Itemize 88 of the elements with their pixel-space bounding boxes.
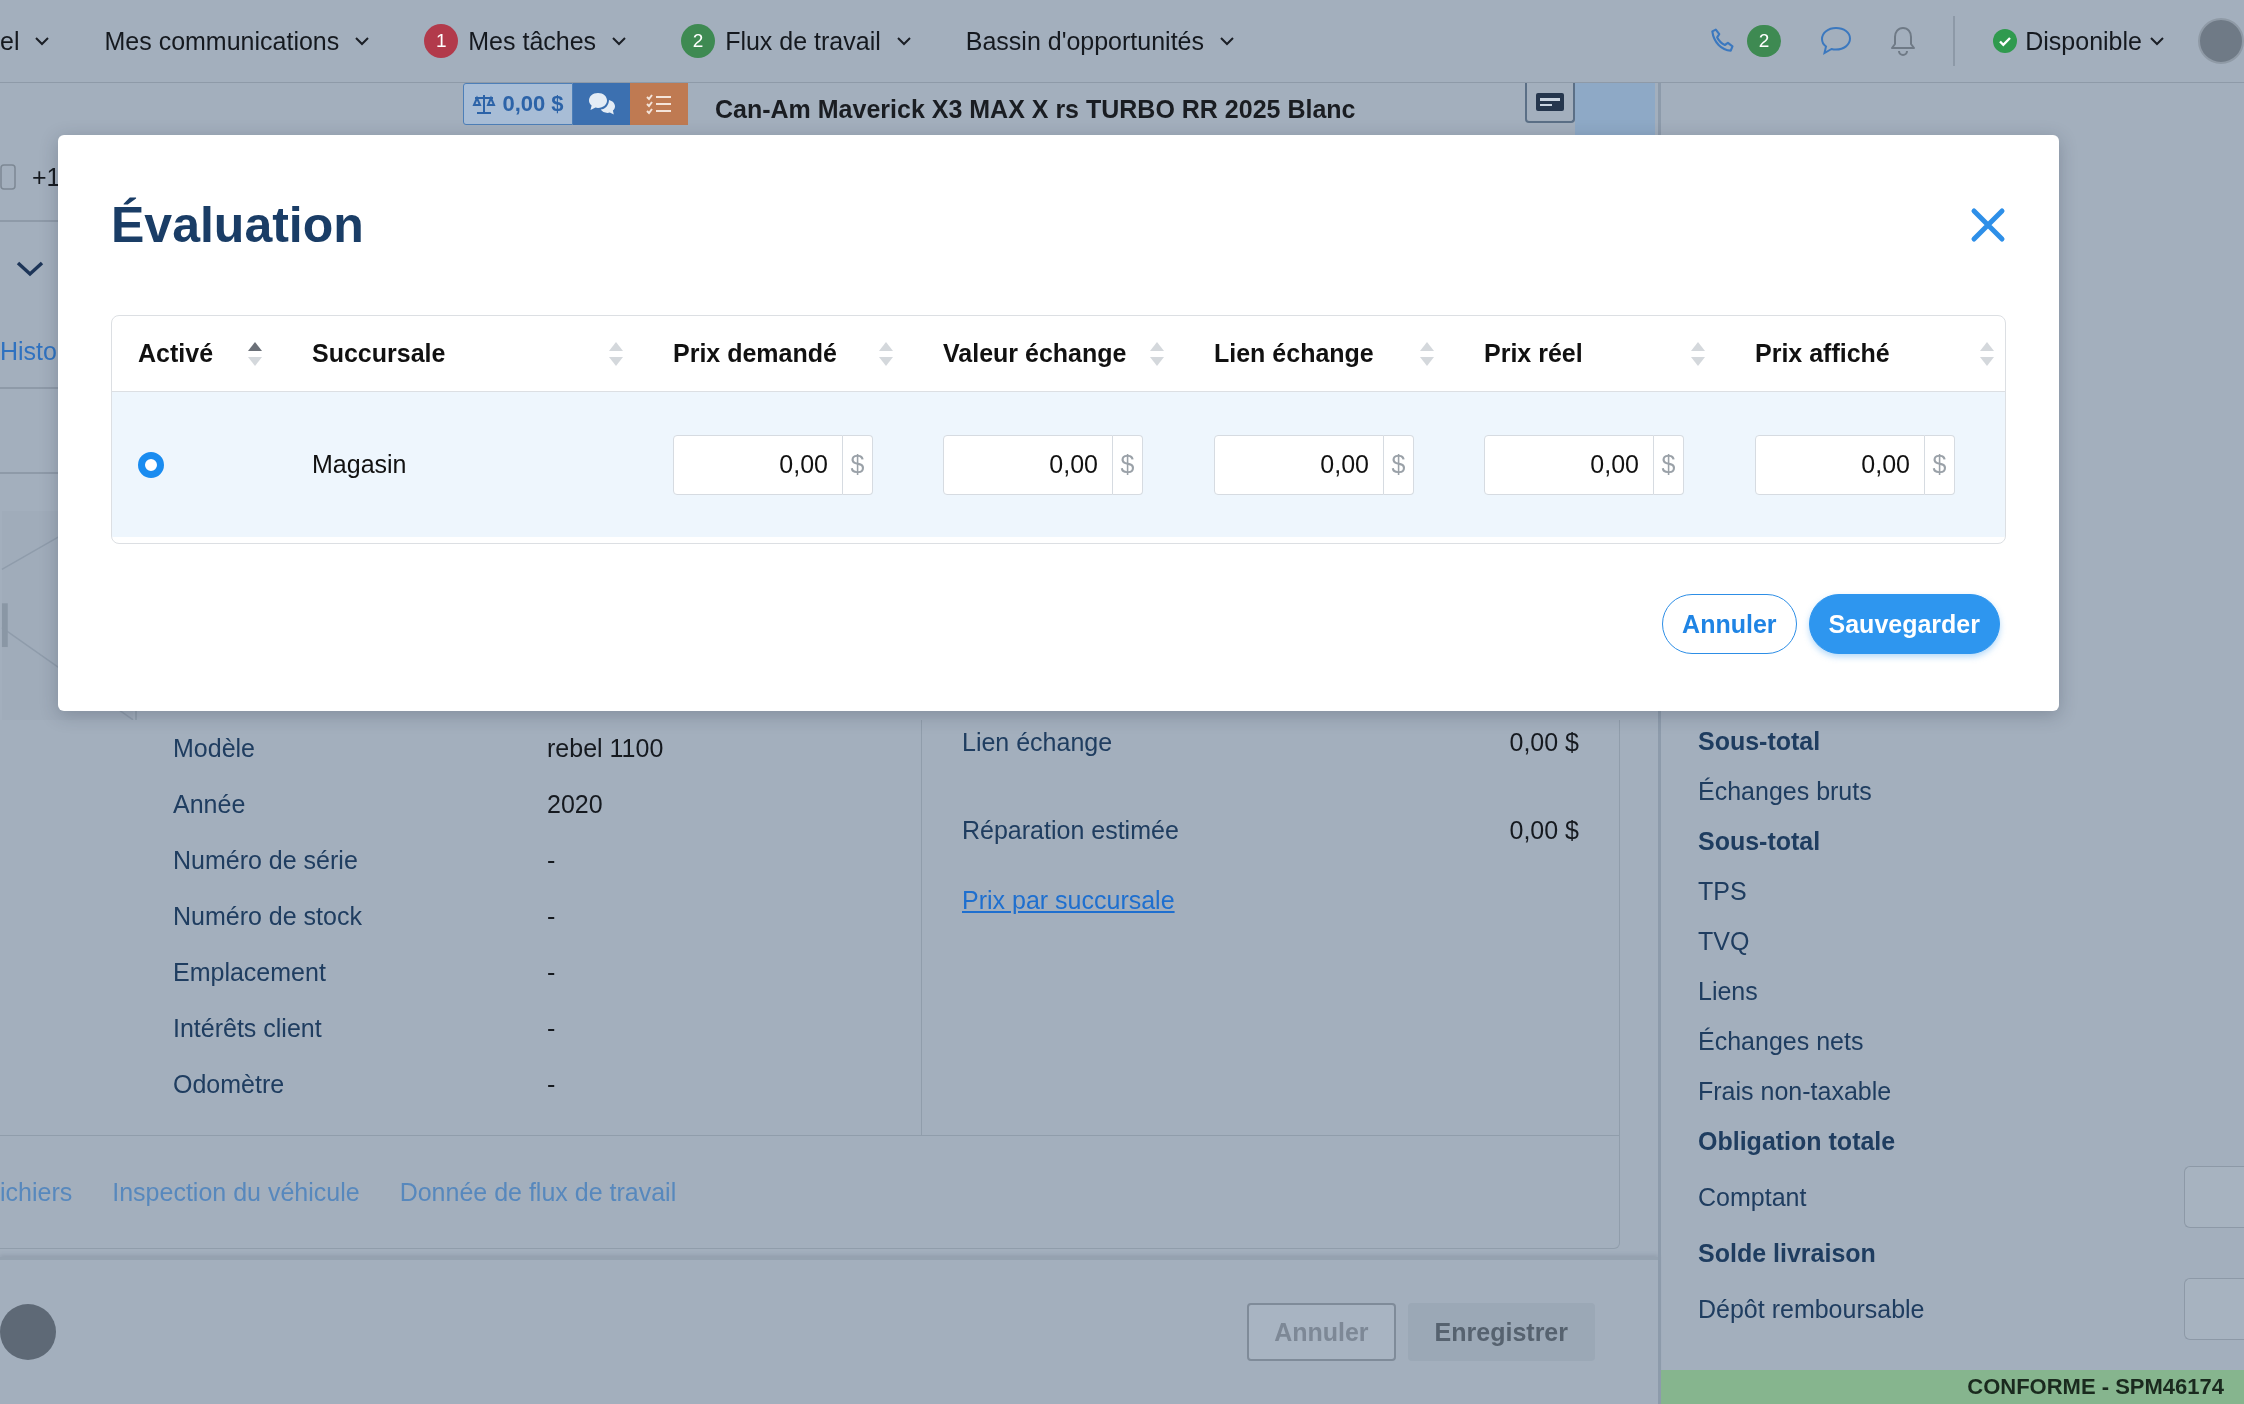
detail-label: Numéro de série <box>173 845 359 875</box>
chevron-down-icon <box>896 36 911 46</box>
dialog-title: Évaluation <box>111 196 364 254</box>
column-header: Succursale <box>312 339 446 368</box>
currency-addon: $ <box>1384 434 1414 495</box>
price-value: 0,00 $ <box>1509 815 1579 845</box>
price-value: 0,00 $ <box>1509 727 1579 757</box>
status-banner: CONFORME - SPM46174 <box>1661 1370 2244 1404</box>
summary-label: Comptant <box>1698 1182 1807 1212</box>
currency-addon: $ <box>843 434 873 495</box>
status-label: Disponible <box>2025 26 2142 56</box>
nav-menu[interactable]: 2 Flux de travail <box>681 24 911 58</box>
summary-label: Frais non-taxable <box>1698 1076 1892 1106</box>
detail-value: - <box>547 1013 556 1043</box>
chat-icon[interactable] <box>1819 25 1854 57</box>
phone-number: +1 <box>32 162 61 192</box>
checklist-icon <box>646 93 672 115</box>
column-header: Valeur échange <box>943 339 1127 368</box>
bell-icon[interactable] <box>1889 25 1918 57</box>
count-badge: 2 <box>1746 25 1782 57</box>
column-header: Prix demandé <box>673 339 837 368</box>
chevron-down-icon[interactable] <box>16 261 44 278</box>
mobile-phone-icon <box>0 164 16 191</box>
nav-label: el <box>0 26 20 56</box>
detail-value: rebel 1100 <box>547 733 664 763</box>
count-badge: 1 <box>424 24 459 58</box>
chat-bubbles-icon <box>586 91 617 117</box>
summary-label: Obligation totale <box>1698 1126 1896 1156</box>
detail-value: - <box>547 845 556 875</box>
currency-addon: $ <box>1113 434 1143 495</box>
price-input[interactable]: 0,00 <box>673 434 843 495</box>
nav-menu[interactable]: 1 Mes tâches <box>424 24 627 58</box>
price-input[interactable]: 0,00 <box>943 434 1113 495</box>
user-avatar <box>0 1304 56 1360</box>
chevron-down-icon <box>612 36 627 46</box>
summary-label: Sous-total <box>1698 826 1821 856</box>
chat-button[interactable] <box>573 83 630 125</box>
nav-label: Flux de travail <box>725 26 881 56</box>
checklist-button[interactable] <box>630 83 688 125</box>
summary-label: Échanges nets <box>1698 1026 1864 1056</box>
cancel-button[interactable]: Annuler <box>1662 594 1797 654</box>
price-label: Lien échange <box>962 727 1113 757</box>
status-dropdown[interactable]: Disponible <box>1993 26 2164 56</box>
chevron-down-icon <box>1220 36 1234 46</box>
check-circle-icon <box>1993 29 2018 53</box>
detail-value: - <box>547 1069 556 1099</box>
id-card-icon[interactable] <box>1525 83 1575 123</box>
sort-icon[interactable] <box>247 340 263 367</box>
detail-label: Modèle <box>173 733 256 763</box>
detail-value: 2020 <box>547 789 603 819</box>
branch-name: Magasin <box>312 450 407 479</box>
user-avatar[interactable] <box>2198 18 2244 64</box>
nav-label: Mes tâches <box>468 26 597 56</box>
detail-label: Numéro de stock <box>173 901 363 931</box>
column-header: Prix affiché <box>1755 339 1890 368</box>
price-input[interactable]: 0,00 <box>1755 434 1925 495</box>
summary-label: Dépôt remboursable <box>1698 1294 1925 1324</box>
summary-label: Échanges bruts <box>1698 776 1872 806</box>
vehicle-title: Can-Am Maverick X3 MAX X rs TURBO RR 2025 Blanc <box>715 95 1356 124</box>
price-label: Réparation estimée <box>962 815 1179 845</box>
summary-label: TPS <box>1698 876 1747 906</box>
chevron-down-icon <box>355 36 370 46</box>
price-input[interactable]: 0,00 <box>1484 434 1654 495</box>
column-header: Prix réel <box>1484 339 1583 368</box>
nav-menu[interactable]: el <box>0 26 50 56</box>
amount-field[interactable] <box>2184 1166 2244 1228</box>
detail-value: - <box>547 901 556 931</box>
scales-icon <box>472 93 497 115</box>
close-icon[interactable] <box>1970 207 2006 243</box>
detail-value: - <box>547 957 556 987</box>
amount-field[interactable] <box>2184 1278 2244 1340</box>
chevron-down-icon <box>35 36 50 46</box>
currency-addon: $ <box>1654 434 1684 495</box>
detail-label: Odomètre <box>173 1069 286 1099</box>
price-input[interactable]: 0,00 <box>1214 434 1384 495</box>
detail-label: Année <box>173 789 247 819</box>
chevron-down-icon <box>2150 36 2164 46</box>
summary-label: Sous-total <box>1698 726 1821 756</box>
summary-label: Solde livraison <box>1698 1238 1876 1268</box>
count-badge: 2 <box>681 24 716 58</box>
radio-button[interactable] <box>138 451 164 478</box>
currency-addon: $ <box>1925 434 1955 495</box>
summary-label: Liens <box>1698 976 1758 1006</box>
detail-label: Intérêts client <box>173 1013 323 1043</box>
detail-label: Emplacement <box>173 957 327 987</box>
column-header: Activé <box>138 339 214 368</box>
summary-label: TVQ <box>1698 926 1750 956</box>
column-header: Lien échange <box>1214 339 1374 368</box>
